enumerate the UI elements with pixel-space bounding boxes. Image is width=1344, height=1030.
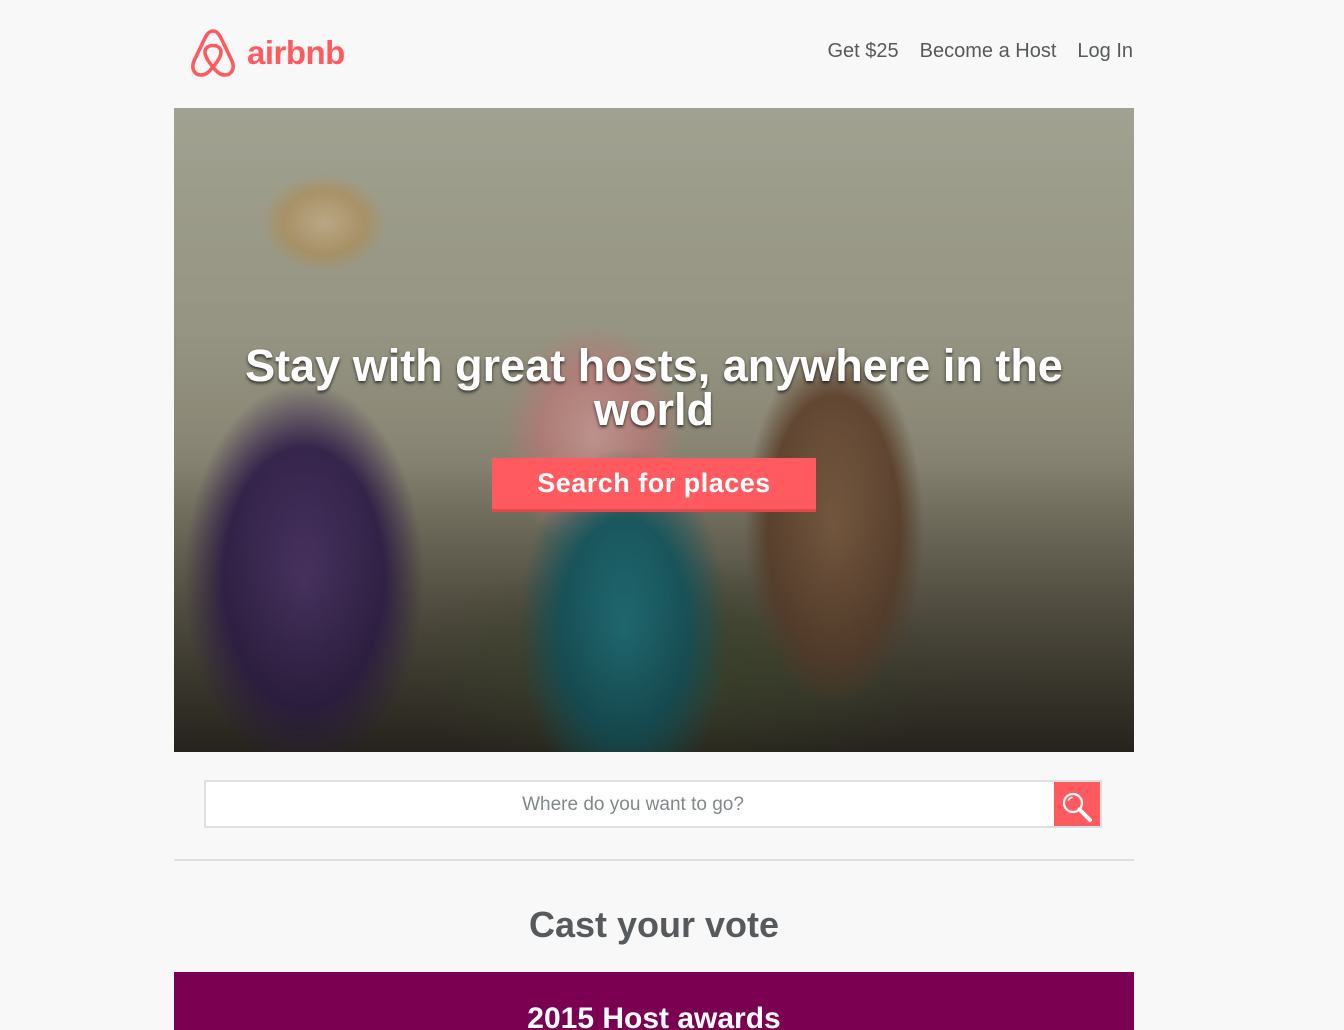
hero-title: Stay with great hosts, anywhere in the w… — [245, 340, 1063, 435]
page: airbnb Get $25 Become a Host Log In Stay… — [0, 0, 1344, 1030]
top-nav: Get $25 Become a Host Log In — [827, 40, 1133, 63]
hero-banner: Stay with great hosts, anywhere in the w… — [174, 108, 1134, 752]
host-awards-banner[interactable]: 2015 Host awards — [174, 972, 1134, 1030]
search-input[interactable] — [206, 782, 1060, 828]
cast-your-vote-heading: Cast your vote — [528, 904, 780, 945]
search-bar — [204, 780, 1102, 828]
section-divider — [174, 859, 1134, 861]
airbnb-logo-link[interactable]: airbnb — [189, 27, 345, 79]
nav-get-credit[interactable]: Get $25 — [827, 40, 898, 63]
host-awards-title: 2015 Host awards — [527, 1002, 781, 1030]
search-for-places-button[interactable]: Search for places — [492, 458, 816, 512]
search-button[interactable] — [1054, 782, 1100, 826]
nav-log-in[interactable]: Log In — [1077, 40, 1133, 63]
search-icon — [1062, 792, 1092, 822]
site-header: airbnb Get $25 Become a Host Log In — [174, 0, 1134, 108]
nav-become-host[interactable]: Become a Host — [920, 40, 1057, 63]
airbnb-belo-icon — [191, 29, 235, 77]
brand-wordmark: airbnb — [247, 34, 345, 71]
